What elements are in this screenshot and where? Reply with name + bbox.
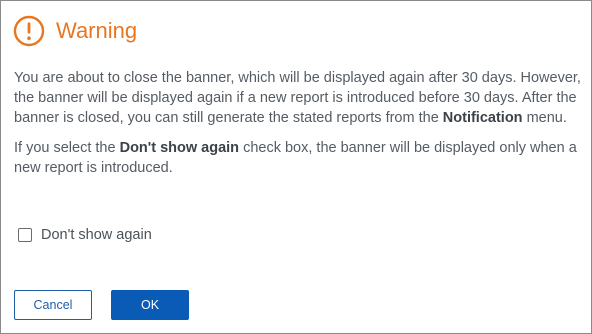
warning-dialog: Warning You are about to close the banne…: [0, 0, 592, 334]
paragraph-2-bold-text: Don't show again: [119, 140, 240, 156]
message-paragraph-2: If you select the Don't show again check…: [14, 138, 584, 178]
dialog-title: Warning: [56, 18, 138, 43]
paragraph-1-text-after: menu.: [522, 110, 567, 126]
cancel-button[interactable]: Cancel: [14, 290, 92, 320]
ok-button[interactable]: OK: [111, 290, 189, 320]
paragraph-1-bold-text: Notification: [442, 110, 523, 126]
dont-show-again-checkbox[interactable]: [18, 228, 32, 242]
dialog-message: You are about to close the banner, which…: [14, 68, 584, 178]
dont-show-again-label[interactable]: Don't show again: [41, 226, 152, 244]
paragraph-2-text-before: If you select the: [14, 140, 120, 156]
dont-show-again-option[interactable]: Don't show again: [18, 226, 152, 244]
dialog-header: Warning: [13, 15, 137, 47]
message-paragraph-1: You are about to close the banner, which…: [14, 68, 584, 128]
warning-circle-icon: [13, 15, 45, 47]
